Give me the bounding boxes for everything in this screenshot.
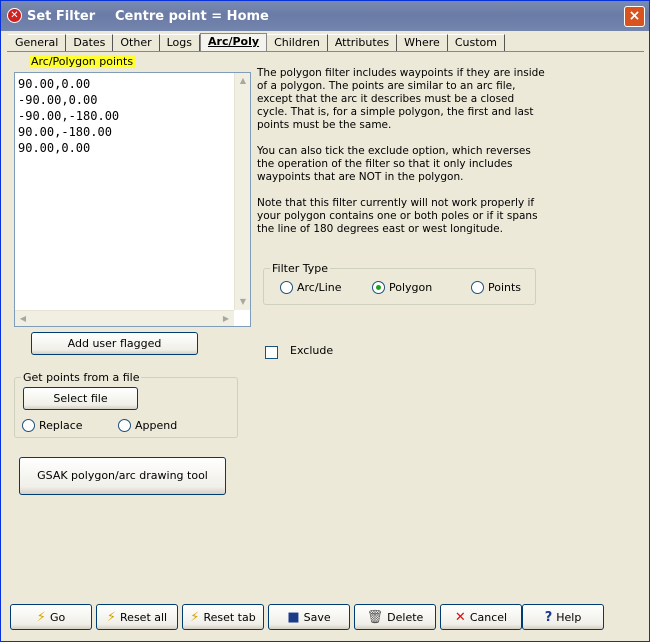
filter-type-legend: Filter Type <box>270 262 331 275</box>
description-paragraph: The polygon filter includes waypoints if… <box>257 67 545 131</box>
reset-all-label: Reset all <box>120 610 168 624</box>
cancel-button[interactable]: ✕ Cancel <box>440 604 522 630</box>
question-icon: ? <box>544 609 553 625</box>
reset-tab-label: Reset tab <box>203 610 256 624</box>
add-user-flagged-button[interactable]: Add user flagged <box>31 332 198 355</box>
replace-radio[interactable]: Replace <box>22 419 83 432</box>
tab-arc-poly[interactable]: Arc/Poly <box>200 33 268 52</box>
file-group-legend: Get points from a file <box>21 371 142 384</box>
tab-divider <box>7 51 644 52</box>
tab-general[interactable]: General <box>8 34 67 51</box>
tab-children[interactable]: Children <box>267 34 328 51</box>
close-button[interactable]: × <box>624 6 645 27</box>
reset-all-button[interactable]: ⚡ Reset all <box>96 604 178 630</box>
replace-label: Replace <box>39 419 83 432</box>
title-bar: ✕ Set Filter Centre point = Home × <box>1 1 649 31</box>
radio-circle <box>22 419 35 432</box>
exclude-label: Exclude <box>290 344 334 357</box>
scroll-left-icon[interactable]: ◀ <box>15 311 31 327</box>
tab-custom[interactable]: Custom <box>447 34 505 51</box>
tab-where[interactable]: Where <box>397 34 448 51</box>
tab-other[interactable]: Other <box>113 34 160 51</box>
floppy-icon: ■ <box>287 609 300 625</box>
polygon-label: Polygon <box>389 281 433 294</box>
scroll-right-icon[interactable]: ▶ <box>218 311 234 327</box>
description-paragraph: You can also tick the exclude option, wh… <box>257 145 531 183</box>
point-line: 90.00,-180.00 <box>18 125 112 139</box>
point-line: 90.00,0.00 <box>18 77 91 91</box>
delete-label: Delete <box>387 610 424 624</box>
points-label: Points <box>488 281 522 294</box>
go-label: Go <box>49 610 66 624</box>
help-label: Help <box>556 610 582 624</box>
help-button[interactable]: ? Help <box>522 604 604 630</box>
lightning-icon: ⚡ <box>190 609 200 625</box>
window-title: Set Filter <box>27 9 96 24</box>
lightning-icon: ⚡ <box>36 609 46 625</box>
arc-line-label: Arc/Line <box>297 281 342 294</box>
points-textarea[interactable]: 90.00,0.00 -90.00,0.00 -90.00,-180.00 90… <box>14 72 251 327</box>
tab-dates[interactable]: Dates <box>66 34 114 51</box>
append-radio[interactable]: Append <box>118 419 177 432</box>
cross-icon: ✕ <box>454 609 466 625</box>
append-label: Append <box>135 419 178 432</box>
radio-circle <box>280 281 293 294</box>
point-line: -90.00,-180.00 <box>18 109 120 123</box>
drawing-tool-button[interactable]: GSAK polygon/arc drawing tool <box>19 457 226 495</box>
tab-attributes[interactable]: Attributes <box>327 34 398 51</box>
arc-line-radio[interactable]: Arc/Line <box>280 281 341 294</box>
points-radio[interactable]: Points <box>471 281 521 294</box>
select-file-button[interactable]: Select file <box>23 387 138 410</box>
description-paragraph: Note that this filter currently will not… <box>257 197 538 235</box>
points-text: 90.00,0.00 -90.00,0.00 -90.00,-180.00 90… <box>18 76 119 156</box>
delete-button[interactable]: 🗑 Delete <box>354 604 436 630</box>
description: The polygon filter includes waypoints if… <box>257 67 547 249</box>
app-icon: ✕ <box>7 8 22 23</box>
reset-tab-button[interactable]: ⚡ Reset tab <box>182 604 264 630</box>
set-filter-window: ✕ Set Filter Centre point = Home × Gener… <box>0 0 650 642</box>
radio-circle <box>118 419 131 432</box>
points-label: Arc/Polygon points <box>29 55 136 68</box>
lightning-icon: ⚡ <box>106 609 117 625</box>
file-groupbox: Get points from a file Select file Repla… <box>14 371 238 438</box>
tab-logs[interactable]: Logs <box>159 34 201 51</box>
horizontal-scrollbar[interactable]: ◀ ▶ <box>15 310 234 326</box>
tab-strip: General Dates Other Logs Arc/Poly Childr… <box>8 33 505 52</box>
radio-circle-checked <box>372 281 385 294</box>
save-button[interactable]: ■ Save <box>268 604 350 630</box>
radio-circle <box>471 281 484 294</box>
window-subtitle: Centre point = Home <box>115 9 269 24</box>
cancel-label: Cancel <box>469 610 508 624</box>
vertical-scrollbar[interactable]: ▲ ▼ <box>234 73 250 310</box>
filter-type-groupbox: Filter Type Arc/Line Polygon Points <box>263 262 536 305</box>
scroll-down-icon[interactable]: ▼ <box>235 294 251 310</box>
trash-icon: 🗑 <box>366 609 384 625</box>
point-line: 90.00,0.00 <box>18 141 91 155</box>
scroll-up-icon[interactable]: ▲ <box>235 73 251 89</box>
point-line: -90.00,0.00 <box>18 93 98 107</box>
exclude-checkbox[interactable] <box>265 346 278 359</box>
polygon-radio[interactable]: Polygon <box>372 281 432 294</box>
go-button[interactable]: ⚡ Go <box>10 604 92 630</box>
save-label: Save <box>303 610 331 624</box>
